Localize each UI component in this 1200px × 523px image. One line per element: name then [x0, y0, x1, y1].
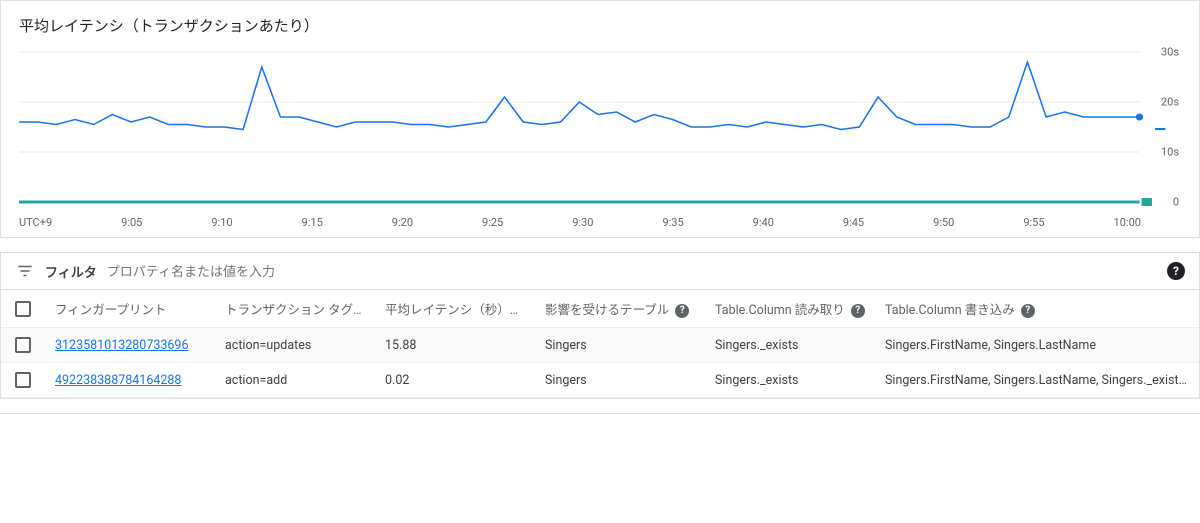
table-row[interactable]: 492238388784164288 action=add 0.02 Singe… — [1, 363, 1199, 398]
x-tick: 9:45 — [843, 216, 864, 229]
header-read-label: Table.Column 読み取り — [715, 303, 845, 318]
help-icon[interactable]: ? — [851, 304, 865, 318]
x-tick: 9:20 — [392, 216, 413, 229]
cell-write: Singers.FirstName, Singers.LastName, Sin… — [875, 363, 1199, 398]
cell-latency: 15.88 — [375, 328, 535, 363]
y-tick-0: 0 — [1173, 195, 1179, 208]
cell-latency: 0.02 — [375, 363, 535, 398]
help-icon[interactable]: ? — [1021, 304, 1035, 318]
table-row[interactable]: 3123581013280733696 action=updates 15.88… — [1, 328, 1199, 363]
header-fingerprint[interactable]: フィンガープリント — [45, 290, 215, 328]
footer-divider — [0, 413, 1200, 414]
filter-row: フィルタ ? — [1, 253, 1199, 290]
header-tag[interactable]: トランザクション タグ? — [215, 290, 375, 328]
help-icon[interactable]: ? — [675, 304, 689, 318]
chart-svg — [19, 42, 1181, 212]
cell-tag: action=add — [215, 363, 375, 398]
transactions-table-card: フィルタ ? フィンガープリント トランザクション タグ? 平均レイテンシ（秒）… — [0, 252, 1200, 399]
x-tick: 9:55 — [1023, 216, 1044, 229]
header-write[interactable]: Table.Column 書き込み? — [875, 290, 1199, 328]
y-tick-30s: 30s — [1161, 46, 1179, 59]
cell-affected: Singers — [535, 328, 705, 363]
header-affected-tables[interactable]: 影響を受けるテーブル? — [535, 290, 705, 328]
x-tick: 9:35 — [662, 216, 683, 229]
latency-chart-card: 平均レイテンシ（トランザクションあたり） 30s 20s 10s 0 UTC+9… — [0, 0, 1200, 238]
x-tick: 9:10 — [211, 216, 232, 229]
filter-icon[interactable] — [15, 261, 35, 281]
cell-read: Singers._exists — [705, 328, 875, 363]
x-tick: 9:25 — [482, 216, 503, 229]
x-tick: 9:50 — [933, 216, 954, 229]
table-header-row: フィンガープリント トランザクション タグ? 平均レイテンシ（秒）? 影響を受け… — [1, 290, 1199, 328]
fingerprint-link[interactable]: 3123581013280733696 — [55, 338, 188, 353]
x-tick: 9:30 — [572, 216, 593, 229]
cell-tag: action=updates — [215, 328, 375, 363]
x-tick: 9:15 — [302, 216, 323, 229]
header-tag-label: トランザクション タグ — [225, 303, 361, 318]
x-tick: 9:40 — [753, 216, 774, 229]
header-affected-label: 影響を受けるテーブル — [545, 303, 669, 318]
header-latency[interactable]: 平均レイテンシ（秒）? — [375, 290, 535, 328]
x-tick: UTC+9 — [19, 216, 52, 229]
fingerprint-link[interactable]: 492238388784164288 — [55, 373, 181, 388]
latency-line[interactable] — [19, 62, 1140, 130]
x-tick: 9:05 — [121, 216, 142, 229]
header-read[interactable]: Table.Column 読み取り? — [705, 290, 875, 328]
cell-read: Singers._exists — [705, 363, 875, 398]
cell-affected: Singers — [535, 363, 705, 398]
header-write-label: Table.Column 書き込み — [885, 303, 1015, 318]
latency-end-point[interactable] — [1136, 114, 1143, 121]
header-checkbox-cell — [1, 290, 45, 328]
filter-label: フィルタ — [45, 262, 97, 281]
baseline-end-marker — [1142, 198, 1152, 206]
header-latency-label: 平均レイテンシ（秒） — [385, 303, 518, 318]
chart-area: 30s 20s 10s 0 — [19, 42, 1181, 212]
help-icon[interactable]: ? — [1167, 262, 1185, 280]
row-checkbox[interactable] — [15, 337, 31, 353]
y-tick-20s: 20s — [1161, 96, 1179, 109]
transactions-table: フィンガープリント トランザクション タグ? 平均レイテンシ（秒）? 影響を受け… — [1, 290, 1199, 398]
y-tick-10s: 10s — [1161, 145, 1179, 158]
select-all-checkbox[interactable] — [15, 301, 31, 317]
chart-title: 平均レイテンシ（トランザクションあたり） — [19, 15, 1181, 36]
cell-write: Singers.FirstName, Singers.LastName — [875, 328, 1199, 363]
row-checkbox[interactable] — [15, 372, 31, 388]
filter-input[interactable] — [107, 264, 1157, 279]
x-axis: UTC+9 9:05 9:10 9:15 9:20 9:25 9:30 9:35… — [19, 216, 1181, 229]
x-tick: 10:00 — [1114, 216, 1141, 229]
header-fingerprint-label: フィンガープリント — [55, 303, 167, 318]
